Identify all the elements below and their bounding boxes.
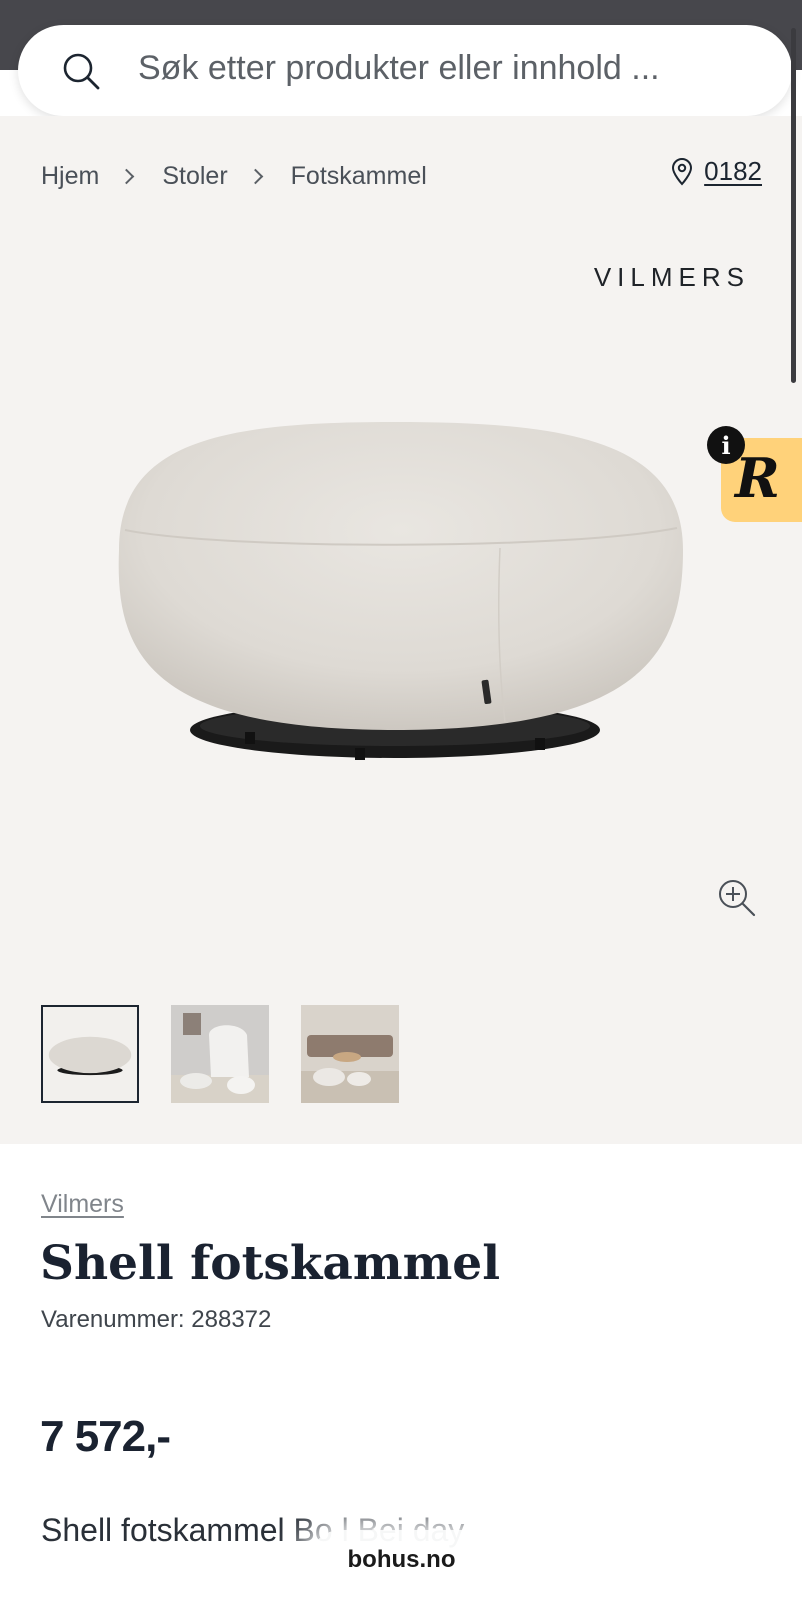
- thumbnail-strip: [41, 1005, 431, 1103]
- page-scrollbar[interactable]: [791, 28, 796, 383]
- chevron-right-icon: [247, 168, 263, 184]
- breadcrumb-home[interactable]: Hjem: [41, 162, 99, 191]
- product-sku: Varenummer: 288372: [41, 1306, 271, 1334]
- thumbnail-2[interactable]: [171, 1005, 269, 1103]
- product-price: 7 572,-: [40, 1412, 171, 1461]
- zoom-in-icon[interactable]: [717, 878, 757, 918]
- browser-domain-pill[interactable]: bohus.no: [310, 1530, 493, 1590]
- search-icon[interactable]: [61, 51, 101, 91]
- store-label[interactable]: 0182: [704, 156, 762, 187]
- thumbnail-3[interactable]: [301, 1005, 399, 1103]
- store-selector[interactable]: 0182: [670, 156, 762, 187]
- search-bar[interactable]: Søk etter produkter eller innhold ...: [18, 25, 792, 116]
- product-image[interactable]: [105, 400, 695, 790]
- sku-value: 288372: [191, 1306, 272, 1333]
- chevron-right-icon: [119, 168, 135, 184]
- product-title: Shell fotskammel: [40, 1236, 501, 1291]
- breadcrumb: Hjem Stoler Fotskammel: [41, 158, 427, 194]
- breadcrumb-footstool[interactable]: Fotskammel: [291, 162, 427, 191]
- breadcrumb-chairs[interactable]: Stoler: [162, 162, 227, 191]
- thumbnail-1[interactable]: [41, 1005, 139, 1103]
- info-icon[interactable]: i: [707, 426, 745, 464]
- sku-label: Varenummer:: [41, 1306, 185, 1333]
- brand-logo: VILMERS: [593, 262, 750, 292]
- location-pin-icon: [672, 157, 693, 185]
- search-input-placeholder[interactable]: Søk etter produkter eller innhold ...: [138, 49, 660, 88]
- brand-link[interactable]: Vilmers: [41, 1190, 124, 1219]
